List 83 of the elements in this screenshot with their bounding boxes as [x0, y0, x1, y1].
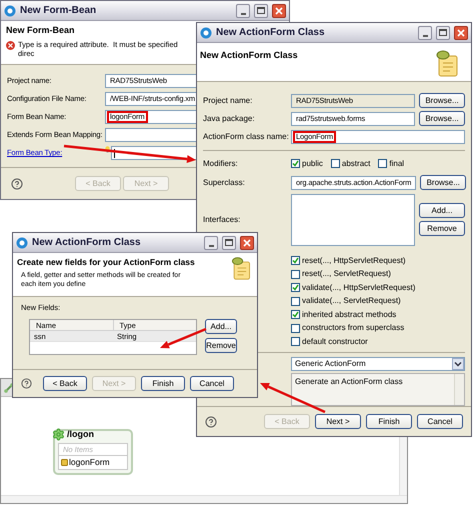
notepad-icon — [229, 256, 253, 280]
lightbulb-icon — [105, 146, 110, 153]
maximize-icon — [225, 239, 233, 246]
checkbox-label: validate(..., HttpServletRequest) — [302, 282, 416, 294]
dialog-heading: New ActionForm Class — [200, 49, 298, 62]
cancel-button[interactable]: Cancel — [190, 376, 234, 391]
checkbox-label: final — [389, 158, 404, 170]
checkbox-label: inherited abstract methods — [302, 308, 396, 321]
checkbox[interactable] — [291, 270, 300, 279]
description-box: Generate an ActionForm class — [291, 373, 465, 406]
help-icon[interactable] — [205, 416, 217, 428]
window-title: New Form-Bean — [20, 4, 96, 18]
arrow — [260, 383, 326, 414]
finish-button[interactable]: Finish — [366, 414, 412, 430]
close-button[interactable] — [272, 4, 286, 18]
close-icon — [275, 6, 283, 14]
minimize-button[interactable] — [418, 26, 432, 40]
field-label: Java package: — [203, 112, 256, 125]
field-label: Interfaces: — [203, 214, 242, 226]
arrow — [160, 328, 206, 348]
checkbox-label: reset(..., ServletRequest) — [302, 268, 391, 280]
template-dropdown[interactable]: Generic ActionForm — [291, 357, 465, 372]
field-label: Modifiers: — [203, 158, 239, 170]
maximize-button[interactable] — [436, 26, 450, 40]
node-item[interactable]: logonForm — [69, 456, 110, 468]
horizontal-scrollbar[interactable] — [1, 495, 407, 503]
app-icon — [16, 236, 28, 248]
checkbox[interactable] — [291, 256, 300, 266]
help-icon[interactable] — [21, 378, 32, 389]
help-icon[interactable] — [11, 178, 23, 190]
field-label: Project name: — [203, 94, 254, 107]
add-button[interactable]: Add... — [205, 319, 237, 334]
checkbox[interactable] — [330, 159, 340, 168]
error-icon — [6, 40, 15, 50]
checkbox[interactable] — [291, 324, 300, 333]
app-icon — [4, 4, 16, 16]
field-label: ActionForm class name: — [203, 130, 289, 143]
checkbox-label: reset(..., HttpServletRequest) — [302, 254, 406, 267]
checkbox-label: validate(..., ServletRequest) — [302, 295, 401, 308]
checkbox[interactable] — [291, 310, 300, 320]
minimize-button[interactable] — [236, 4, 250, 18]
dialog-heading: New Form-Bean — [6, 24, 75, 37]
close-button[interactable] — [454, 26, 468, 40]
maximize-button[interactable] — [222, 236, 236, 250]
remove-button[interactable]: Remove — [205, 338, 237, 354]
node-title: /logon — [67, 428, 94, 441]
window-title: New ActionForm Class — [32, 236, 141, 250]
maximize-icon — [257, 7, 265, 14]
window-title: New ActionForm Class — [216, 26, 325, 40]
app-icon — [200, 26, 212, 38]
text-cursor — [114, 148, 115, 158]
interfaces-list[interactable] — [291, 194, 415, 246]
browse-button[interactable]: Browse... — [419, 93, 465, 108]
next-button[interactable]: Next > — [315, 414, 361, 430]
close-icon — [457, 28, 465, 36]
minimize-icon — [208, 244, 214, 246]
maximize-button[interactable] — [254, 4, 268, 18]
browse-button[interactable]: Browse... — [420, 175, 466, 190]
checkbox-label: default constructor — [302, 336, 368, 348]
checkbox[interactable] — [291, 296, 300, 306]
finish-button[interactable]: Finish — [141, 376, 185, 391]
remove-button[interactable]: Remove — [419, 221, 465, 236]
close-icon — [243, 238, 251, 246]
checkbox-label: abstract — [342, 158, 370, 170]
minimize-button[interactable] — [204, 236, 218, 250]
browse-button[interactable]: Browse... — [419, 111, 465, 126]
dialog-heading: Create new fields for your ActionForm class — [17, 256, 195, 269]
gear-icon — [52, 428, 65, 442]
checkbox-label: constructors from superclass — [302, 322, 404, 334]
maximize-icon — [439, 29, 447, 36]
checkbox[interactable] — [291, 337, 300, 346]
checkbox[interactable] — [291, 283, 300, 292]
minimize-icon — [240, 12, 246, 14]
checkbox[interactable] — [378, 159, 388, 168]
minimize-icon — [422, 34, 428, 36]
back-button[interactable]: < Back — [43, 376, 87, 391]
note-icon — [61, 458, 68, 466]
cancel-button[interactable]: Cancel — [417, 414, 463, 430]
add-button[interactable]: Add... — [419, 203, 465, 218]
close-button[interactable] — [240, 236, 254, 250]
field-label: Superclass: — [203, 176, 246, 189]
checkbox-label: public — [302, 158, 323, 170]
checkbox[interactable] — [291, 159, 300, 168]
